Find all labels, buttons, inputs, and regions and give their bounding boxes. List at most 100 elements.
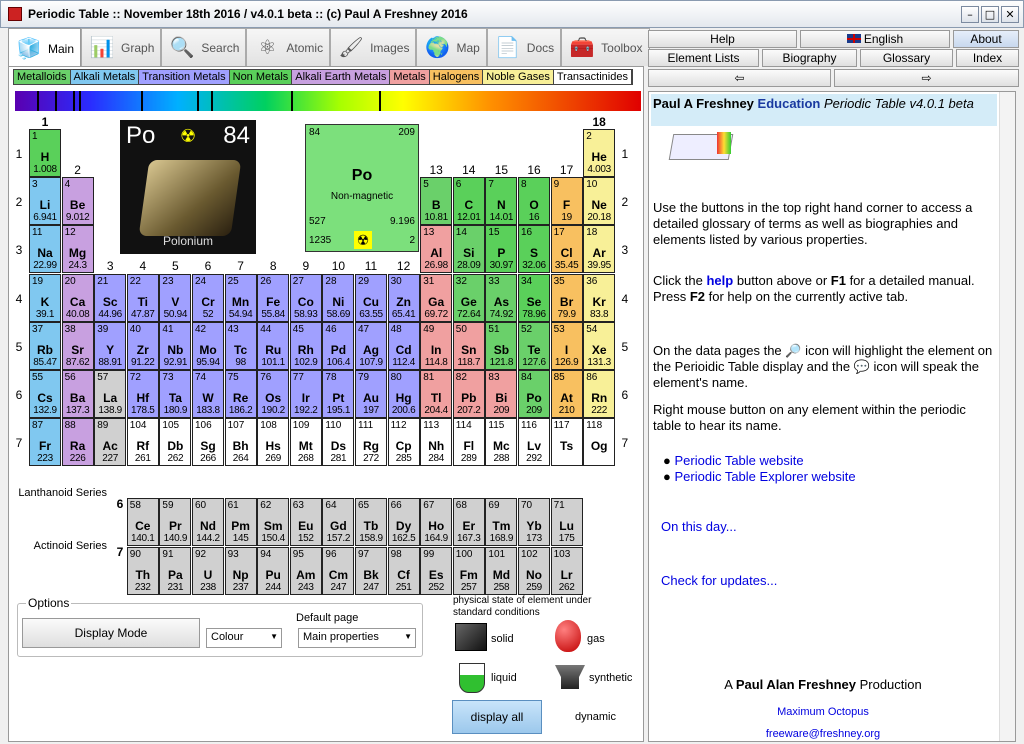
element-al[interactable]: 13 Al 26.98 — [420, 225, 453, 274]
category-transactinides[interactable]: Transactinides — [553, 70, 632, 84]
element-pb[interactable]: 82 Pb 207.2 — [452, 370, 485, 418]
category-metals[interactable]: Metals — [390, 70, 430, 84]
element-ti[interactable]: 22 Ti 47.87 — [126, 273, 159, 322]
element-ar[interactable]: 18 Ar 39.95 — [583, 225, 616, 274]
element-am[interactable]: 95 Am 243 — [289, 546, 322, 595]
element-mg[interactable]: 12 Mg 24.3 — [61, 225, 94, 274]
element-ds[interactable]: 110 Ds 281 — [322, 418, 355, 467]
element-nd[interactable]: 60 Nd 144.2 — [192, 498, 224, 547]
tab-main[interactable]: 🧊 Main — [8, 28, 82, 68]
element-br[interactable]: 35 Br 79.9 — [550, 273, 583, 322]
element-mt[interactable]: 109 Mt 268 — [289, 418, 322, 467]
maximize-button[interactable]: □ — [981, 6, 999, 23]
colour-select[interactable]: Colour ▼ — [206, 628, 282, 648]
element-ge[interactable]: 32 Ge 72.64 — [452, 273, 485, 322]
category-non-metals[interactable]: Non Metals — [229, 70, 293, 84]
close-button[interactable]: ✕ — [1001, 6, 1019, 23]
element-v[interactable]: 23 V 50.94 — [159, 273, 192, 322]
element-tb[interactable]: 65 Tb 158.9 — [355, 498, 387, 547]
element-s[interactable]: 16 S 32.06 — [518, 225, 550, 274]
element-fl[interactable]: 114 Fl 289 — [452, 418, 485, 467]
featured-element-card[interactable]: 84 209 Po Non-magnetic 527 9.196 1235 ☢ … — [305, 124, 419, 252]
element-kr[interactable]: 36 Kr 83.8 — [583, 273, 616, 322]
element-ne[interactable]: 10 Ne 20.18 — [583, 177, 616, 226]
element-tc[interactable]: 43 Tc 98 — [224, 321, 257, 370]
biography-button[interactable]: Biography — [762, 49, 857, 67]
element-ra[interactable]: 88 Ra 226 — [61, 418, 94, 467]
element-pu[interactable]: 94 Pu 244 — [257, 546, 290, 595]
element-hs[interactable]: 108 Hs 269 — [257, 418, 290, 467]
element-cl[interactable]: 17 Cl 35.45 — [550, 225, 583, 274]
element-np[interactable]: 93 Np 237 — [224, 546, 257, 595]
back-button[interactable]: ⇦ — [648, 69, 831, 87]
element-ho[interactable]: 67 Ho 164.9 — [420, 498, 453, 547]
element-bi[interactable]: 83 Bi 209 — [485, 370, 518, 418]
element-rf[interactable]: 104 Rf 261 — [126, 418, 159, 467]
element-li[interactable]: 3 Li 6.941 — [29, 177, 61, 226]
element-cs[interactable]: 55 Cs 132.9 — [29, 370, 61, 418]
element-ce[interactable]: 58 Ce 140.1 — [126, 498, 159, 547]
category-metalloids[interactable]: Metalloids — [14, 70, 71, 84]
element-ca[interactable]: 20 Ca 40.08 — [61, 273, 94, 322]
element-sr[interactable]: 38 Sr 87.62 — [61, 321, 94, 370]
element-p[interactable]: 15 P 30.97 — [485, 225, 518, 274]
element-cd[interactable]: 48 Cd 112.4 — [387, 321, 420, 370]
element-hg[interactable]: 80 Hg 200.6 — [387, 370, 420, 418]
element-c[interactable]: 6 C 12.01 — [452, 177, 485, 226]
element-sn[interactable]: 50 Sn 118.7 — [452, 321, 485, 370]
element-ag[interactable]: 47 Ag 107.9 — [355, 321, 387, 370]
element-po[interactable]: 84 Po 209 — [518, 370, 550, 418]
element-be[interactable]: 4 Be 9.012 — [61, 177, 94, 226]
element-fr[interactable]: 87 Fr 223 — [29, 418, 61, 467]
flask-icon[interactable] — [459, 663, 485, 693]
element-n[interactable]: 7 N 14.01 — [485, 177, 518, 226]
element-he[interactable]: 2 He 4.003 — [583, 129, 616, 177]
element-yb[interactable]: 70 Yb 173 — [518, 498, 550, 547]
element-i[interactable]: 53 I 126.9 — [550, 321, 583, 370]
element-f[interactable]: 9 F 19 — [550, 177, 583, 226]
element-ta[interactable]: 73 Ta 180.9 — [159, 370, 192, 418]
periodic-table-website-link[interactable]: Periodic Table website — [674, 453, 803, 468]
on-this-day-link[interactable]: On this day... — [661, 519, 1001, 535]
element-lists-button[interactable]: Element Lists — [648, 49, 759, 67]
element-cf[interactable]: 98 Cf 251 — [387, 546, 420, 595]
element-ac[interactable]: 89 Ac 227 — [94, 418, 127, 467]
element-co[interactable]: 27 Co 58.93 — [289, 273, 322, 322]
element-nh[interactable]: 113 Nh 284 — [420, 418, 453, 467]
display-mode-button[interactable]: Display Mode — [22, 618, 200, 648]
category-transition-metals[interactable]: Transition Metals — [139, 70, 230, 84]
element-as[interactable]: 33 As 74.92 — [485, 273, 518, 322]
element-rh[interactable]: 45 Rh 102.9 — [289, 321, 322, 370]
element-dy[interactable]: 66 Dy 162.5 — [387, 498, 420, 547]
element-db[interactable]: 105 Db 262 — [159, 418, 192, 467]
tab-toolbox[interactable]: 🧰 Toolbox — [561, 28, 650, 66]
element-eu[interactable]: 63 Eu 152 — [289, 498, 322, 547]
element-la[interactable]: 57 La 138.9 — [94, 370, 127, 418]
balloon-icon[interactable] — [555, 620, 581, 652]
element-zr[interactable]: 40 Zr 91.22 — [126, 321, 159, 370]
element-ru[interactable]: 44 Ru 101.1 — [257, 321, 290, 370]
element-ga[interactable]: 31 Ga 69.72 — [420, 273, 453, 322]
element-cm[interactable]: 96 Cm 247 — [322, 546, 355, 595]
element-cp[interactable]: 112 Cp 285 — [387, 418, 420, 467]
element-hf[interactable]: 72 Hf 178.5 — [126, 370, 159, 418]
element-u[interactable]: 92 U 238 — [192, 546, 224, 595]
category-noble-gases[interactable]: Noble Gases — [483, 70, 554, 84]
element-bk[interactable]: 97 Bk 247 — [355, 546, 387, 595]
element-tm[interactable]: 69 Tm 168.9 — [485, 498, 518, 547]
element-in[interactable]: 49 In 114.8 — [420, 321, 453, 370]
element-pm[interactable]: 61 Pm 145 — [224, 498, 257, 547]
element-lv[interactable]: 116 Lv 292 — [518, 418, 550, 467]
element-bh[interactable]: 107 Bh 264 — [224, 418, 257, 467]
dynamic-label[interactable]: dynamic — [575, 711, 616, 723]
element-lr[interactable]: 103 Lr 262 — [550, 546, 583, 595]
element-mn[interactable]: 25 Mn 54.94 — [224, 273, 257, 322]
anvil-icon[interactable] — [555, 665, 585, 689]
glossary-button[interactable]: Glossary — [860, 49, 953, 67]
element-mo[interactable]: 42 Mo 95.94 — [192, 321, 224, 370]
element-au[interactable]: 79 Au 197 — [355, 370, 387, 418]
element-sb[interactable]: 51 Sb 121.8 — [485, 321, 518, 370]
help-button[interactable]: Help — [648, 30, 797, 48]
tab-atomic[interactable]: ⚛ Atomic — [246, 28, 331, 66]
element-y[interactable]: 39 Y 88.91 — [94, 321, 127, 370]
